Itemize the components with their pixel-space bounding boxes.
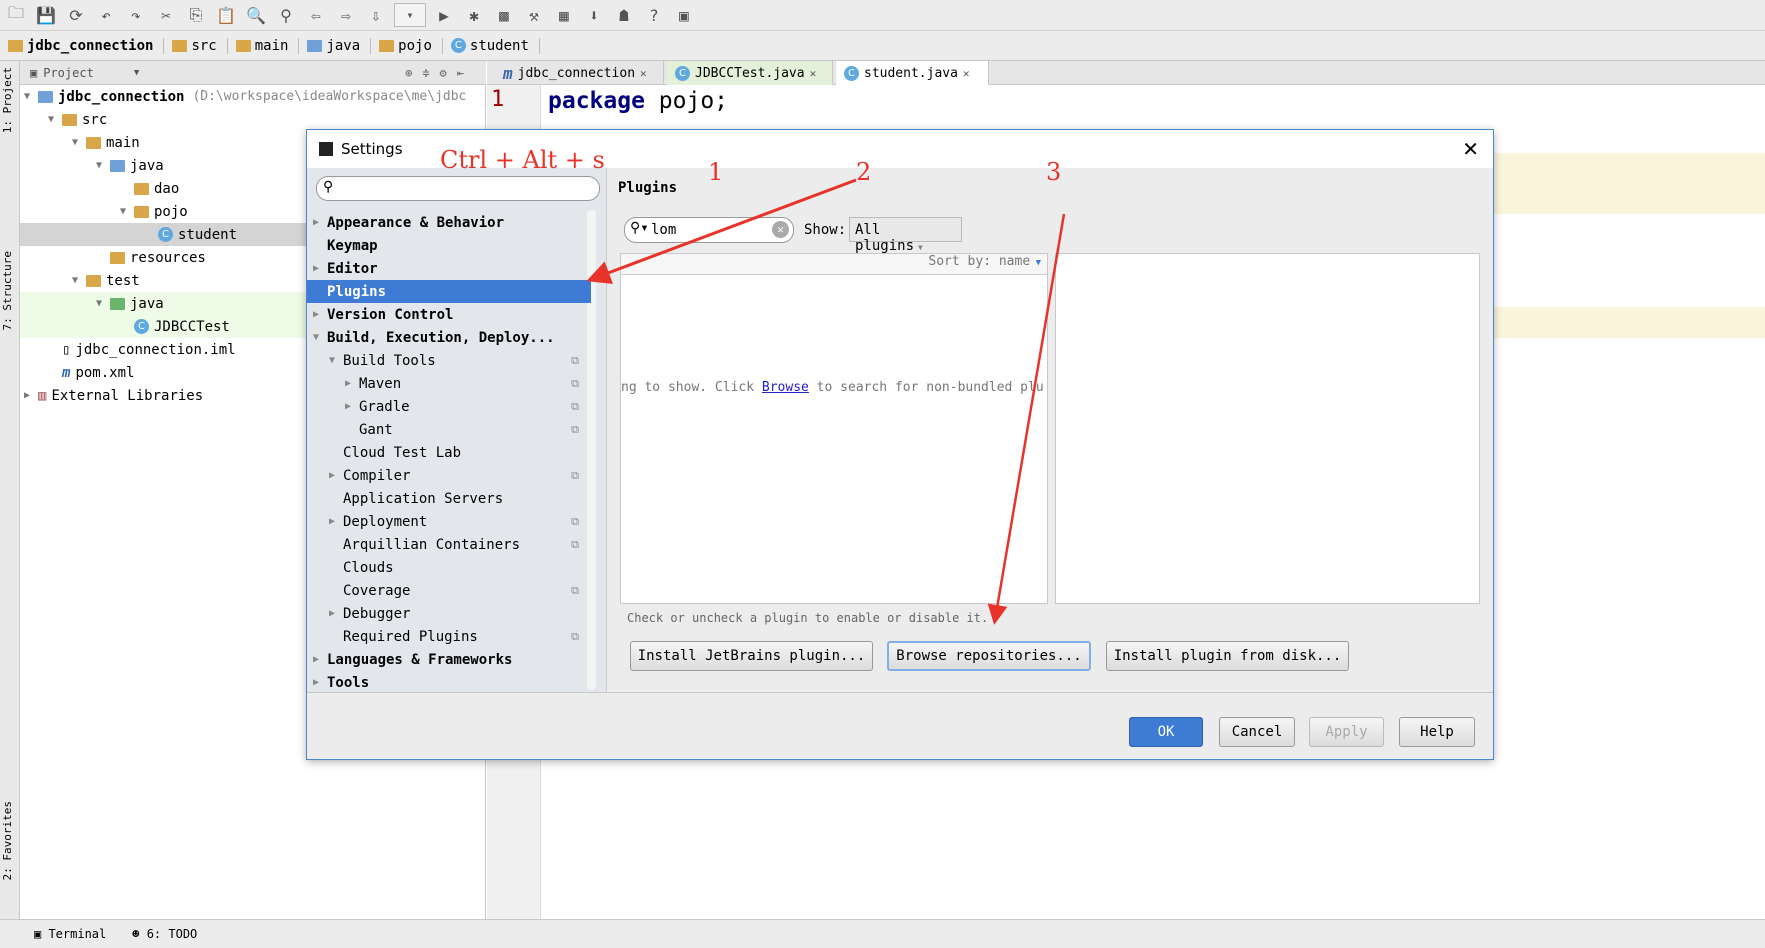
annotation-arrows: [586, 178, 1066, 625]
arrow-to-plugins: [586, 178, 857, 284]
arrow-to-browse-repositories: [987, 213, 1066, 625]
